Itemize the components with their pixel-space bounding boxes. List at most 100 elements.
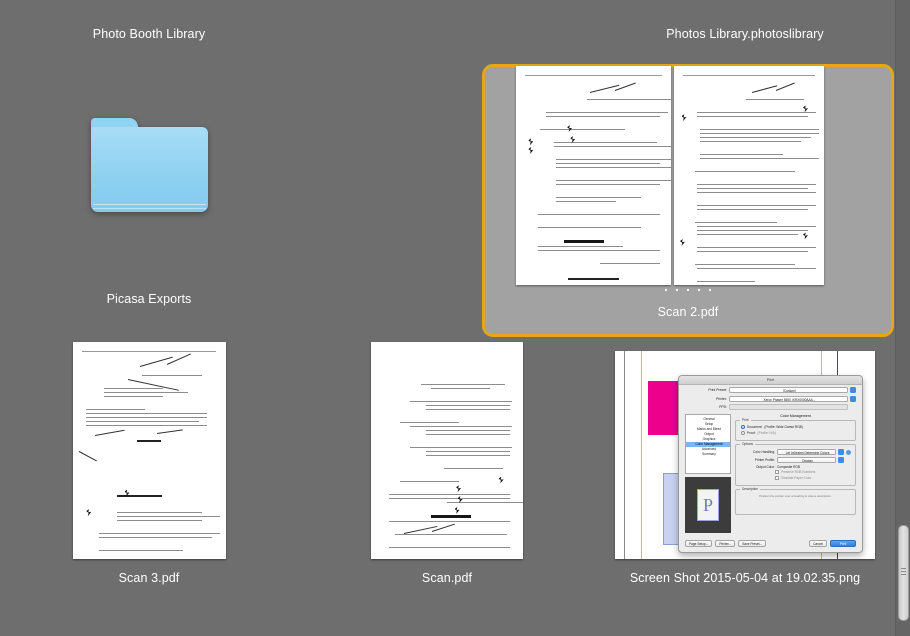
page-header-rule [525, 74, 662, 76]
print-preset-label: Print Preset: [708, 388, 727, 393]
page-dot [687, 289, 689, 291]
proof-profile: (Profile: N/A) [757, 430, 776, 435]
page-dot [709, 289, 711, 291]
file-item-scan-3-pdf[interactable]: Scan 3.pdf [0, 342, 298, 586]
color-management-panel: Color Management Print Document: (Profil… [735, 414, 856, 533]
print-preset-field[interactable]: [Custom] [729, 387, 848, 394]
radio-icon[interactable] [741, 430, 745, 435]
page-header-rule [683, 74, 815, 76]
page-text-lines [83, 357, 221, 552]
vertical-scrollbar[interactable] [895, 0, 910, 636]
dialog-title: Print [679, 376, 862, 385]
document-profile: (Profile: Wide Gamut RGB) [764, 425, 803, 430]
print-preset-row: Print Preset: [Custom] [685, 387, 856, 394]
document-radio-row[interactable]: Document: (Profile: Wide Gamut RGB) [741, 425, 851, 430]
printer-profile-row: Printer Profile: Display [741, 456, 851, 463]
dialog-button-row: Page Setup... Printer... Save Preset... … [685, 540, 856, 547]
printer-profile-label: Printer Profile: [754, 457, 775, 462]
section-item-summary[interactable]: Summary [686, 452, 730, 457]
item-label: Scan.pdf [421, 571, 473, 585]
description-text: Position the pointer over a heading to v… [759, 494, 832, 499]
file-item-screen-shot-png[interactable]: Print Print Preset: [Custom] Printer: Xe… [596, 342, 894, 586]
png-thumbnail: Print Print Preset: [Custom] Printer: Xe… [615, 351, 875, 559]
layout-guide [624, 351, 625, 559]
proof-label: Proof: [747, 430, 756, 435]
checkbox-icon[interactable] [775, 475, 779, 480]
help-icon[interactable] [846, 449, 851, 455]
preserve-rgb-row[interactable]: Preserve RGB Numbers [775, 470, 851, 475]
preview-page-glyph: P [697, 489, 719, 522]
chevron-down-icon[interactable] [850, 395, 856, 402]
simulate-paper-row[interactable]: Simulate Paper Color [775, 475, 851, 480]
dialog-body: General Setup Marks and Bleed Output Gra… [685, 414, 856, 534]
cancel-button[interactable]: Cancel [809, 540, 827, 547]
printer-profile-select[interactable]: Display [777, 456, 836, 463]
chevron-down-icon[interactable] [838, 456, 844, 463]
page-text-lines [527, 81, 671, 281]
page-dot [676, 289, 678, 291]
ppd-field [729, 404, 848, 411]
pdf-page-1 [516, 66, 671, 285]
color-handling-row: Color Handling: Let InDesign Determine C… [741, 449, 851, 456]
document-label: Document: [747, 425, 763, 430]
color-handling-label: Color Handling: [753, 450, 775, 455]
folder-icon [90, 118, 208, 212]
simulate-paper-label: Simulate Paper Color [781, 475, 812, 480]
page-header-rule [81, 350, 217, 352]
finder-icon-view: Photo Booth Library Photos Library.photo… [0, 0, 910, 636]
page-text-lines [382, 357, 523, 549]
print-group-title: Print [740, 418, 751, 423]
print-preview-thumbnail: P [685, 477, 731, 534]
ppd-row: PPD: [685, 404, 856, 411]
preserve-rgb-label: Preserve RGB Numbers [781, 470, 816, 475]
item-label: Screen Shot 2015-05-04 at 19.02.35.png [629, 571, 861, 585]
file-item-photos-library[interactable]: Photos Library.photoslibrary [596, 27, 894, 42]
file-item-picasa-exports[interactable]: Picasa Exports [0, 112, 298, 307]
checkbox-icon[interactable] [775, 470, 779, 475]
save-preset-button[interactable]: Save Preset... [738, 540, 767, 547]
scrollbar-thumb[interactable] [898, 525, 909, 621]
radio-icon[interactable] [741, 425, 745, 430]
description-group-title: Description [740, 487, 760, 492]
chevron-down-icon[interactable] [850, 387, 856, 394]
page-dot [698, 289, 700, 291]
page-dot [665, 289, 667, 291]
item-label: Scan 3.pdf [118, 571, 180, 585]
panel-header: Color Management [780, 414, 811, 419]
print-dialog: Print Print Preset: [Custom] Printer: Xe… [678, 375, 863, 553]
layout-guide [641, 351, 642, 559]
dialog-section-list[interactable]: General Setup Marks and Bleed Output Gra… [685, 414, 731, 475]
item-label: Picasa Exports [106, 292, 192, 306]
file-item-photo-booth-library[interactable]: Photo Booth Library [0, 27, 298, 42]
print-group: Print Document: (Profile: Wide Gamut RGB… [735, 418, 856, 442]
page-setup-button[interactable]: Page Setup... [685, 540, 713, 547]
item-label: Photo Booth Library [92, 27, 206, 41]
file-item-scan-2-pdf-selected[interactable]: Scan 2.pdf [482, 64, 894, 337]
file-item-scan-pdf[interactable]: Scan.pdf [298, 342, 596, 586]
chevron-down-icon[interactable] [838, 449, 844, 456]
page-indicator-dots [485, 289, 891, 291]
color-handling-select[interactable]: Let InDesign Determine Colors [777, 449, 836, 456]
scrollbar-grip-icon [901, 568, 906, 569]
options-group: Options Color Handling: Let InDesign Det… [735, 442, 856, 487]
description-group: Description Position the pointer over a … [735, 487, 856, 516]
output-color-row: Output Color: Composite RGB [741, 465, 851, 469]
pdf-page-2 [674, 66, 824, 285]
folder-body [90, 127, 208, 212]
pdf-thumbnail [72, 342, 226, 559]
print-button[interactable]: Print [830, 540, 856, 547]
page-text-lines [685, 81, 819, 283]
output-color-label: Output Color: [756, 464, 775, 469]
button-spacer [769, 540, 806, 547]
printer-field[interactable]: Xerox Phaser 5550 (XRX0000AAA... [729, 395, 848, 402]
pdf-preview-pages [516, 66, 824, 285]
options-group-title: Options [740, 442, 755, 447]
output-color-value: Composite RGB [777, 464, 801, 469]
item-label: Photos Library.photoslibrary [666, 27, 824, 41]
printer-label: Printer: [716, 396, 727, 401]
printer-button[interactable]: Printer... [715, 540, 736, 547]
ppd-label: PPD: [719, 405, 727, 410]
pdf-thumbnail [371, 342, 523, 559]
item-label: Scan 2.pdf [657, 305, 719, 319]
proof-radio-row[interactable]: Proof: (Profile: N/A) [741, 430, 851, 435]
